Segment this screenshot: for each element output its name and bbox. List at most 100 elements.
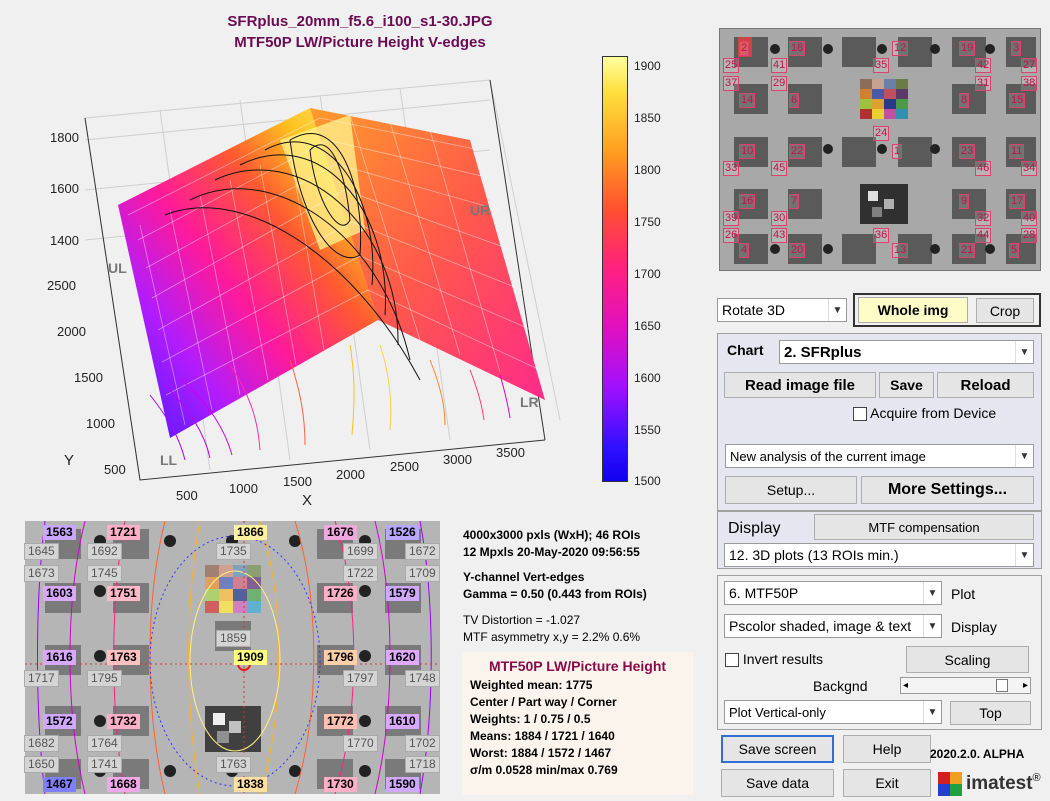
plot-title-line2: MTF50P LW/Picture Height V-edges — [234, 34, 486, 51]
summary-line5: TV Distortion = -1.027 — [463, 613, 581, 627]
chevron-down-icon: ▼ — [1015, 341, 1033, 363]
mtf-compensation-button[interactable]: MTF compensation — [814, 514, 1034, 540]
results-weighted-mean: Weighted mean: 1775 — [470, 678, 593, 692]
roi-number: 11 — [1009, 144, 1025, 159]
display-label: Display — [728, 520, 781, 537]
results-title: MTF50P LW/Picture Height — [488, 658, 667, 674]
roi-number: 26 — [723, 228, 740, 243]
brand-name: imatest — [966, 773, 1033, 794]
acquire-checkbox-row[interactable]: Acquire from Device — [853, 405, 997, 422]
reload-button[interactable]: Reload — [937, 372, 1034, 398]
summary-line3: Y-channel Vert-edges — [463, 570, 585, 584]
mtf-value-label: 1590 — [386, 777, 419, 792]
roi-number: 13 — [892, 243, 909, 258]
top-button[interactable]: Top — [950, 701, 1031, 725]
colorbar-tick: 1500 — [634, 474, 661, 488]
roi-number: 30 — [771, 211, 788, 226]
summary-line6: MTF asymmetry x,y = 2.2% 0.6% — [463, 630, 641, 644]
mtf-value-label: 1730 — [324, 777, 357, 792]
setup-button[interactable]: Setup... — [725, 476, 857, 504]
mtf-value-label-gray: 1673 — [24, 565, 59, 582]
mtf-value-label: 1866 — [234, 525, 267, 540]
mtf-value-label-gray: 1859 — [216, 630, 251, 647]
colorbar-tick: 1700 — [634, 267, 661, 281]
display-mode-select[interactable]: Pscolor shaded, image & text ▼ — [724, 614, 942, 638]
mtf-value-label: 1467 — [43, 777, 76, 792]
y-tick: 500 — [104, 462, 126, 477]
roi-number: 42 — [975, 58, 992, 73]
crop-button[interactable]: Crop — [976, 298, 1034, 323]
roi-number: 8 — [959, 93, 970, 108]
save-screen-button[interactable]: Save screen — [721, 735, 834, 763]
whole-img-button[interactable]: Whole img — [858, 297, 968, 323]
y-axis-label: Y — [64, 452, 75, 469]
mtf-value-label-gray: 1745 — [87, 565, 122, 582]
roi-number: 31 — [975, 76, 992, 91]
plot-select[interactable]: 6. MTF50P ▼ — [724, 581, 942, 605]
mtf-value-label: 1603 — [43, 586, 76, 601]
chevron-right-icon[interactable]: ▸ — [1023, 678, 1028, 693]
exit-button[interactable]: Exit — [843, 769, 931, 797]
chevron-left-icon[interactable]: ◂ — [903, 678, 908, 693]
registered-mark: ® — [1032, 772, 1041, 784]
summary-line1: 4000x3000 pxls (WxH); 46 ROIs — [463, 528, 641, 542]
colorbar-tick: 1800 — [634, 163, 661, 177]
mtf-value-label-gray: 1682 — [24, 735, 59, 752]
roi-number: 24 — [873, 126, 890, 141]
acquire-checkbox[interactable] — [853, 407, 867, 422]
display-mode-label: Display — [951, 619, 997, 635]
summary-line2: 12 Mpxls 20-May-2020 09:56:55 — [463, 545, 640, 559]
save-data-button[interactable]: Save data — [721, 769, 834, 797]
chart-select[interactable]: 2. SFRplus ▼ — [779, 340, 1034, 364]
mtf-value-label: 1610 — [386, 714, 419, 729]
corner-lr-label: LR — [520, 394, 539, 410]
plot-vertical-select[interactable]: Plot Vertical-only ▼ — [724, 700, 942, 724]
backgnd-slider[interactable]: ◂ ▸ — [900, 677, 1031, 694]
roi-number: 10 — [739, 144, 756, 159]
slider-thumb[interactable] — [996, 679, 1008, 692]
roi-number: 5 — [1009, 243, 1020, 258]
mtf-value-label-gray: 1797 — [343, 670, 378, 687]
plot-title-line1: SFRplus_20mm_f5.6_i100_s1-30.JPG — [227, 13, 493, 30]
x-tick: 1000 — [229, 481, 258, 496]
mtf-value-label-gray: 1741 — [87, 756, 122, 773]
plot-label: Plot — [951, 586, 976, 602]
read-image-file-button[interactable]: Read image file — [724, 372, 876, 398]
roi-number: 15 — [1009, 93, 1026, 108]
help-button[interactable]: Help — [843, 735, 931, 763]
acquire-label: Acquire from Device — [870, 405, 997, 421]
imatest-logo: imatest ® — [938, 770, 1046, 798]
invert-results-checkbox[interactable] — [725, 653, 739, 668]
analysis-select[interactable]: New analysis of the current image ▼ — [725, 444, 1034, 468]
mtf-value-label-gray: 1770 — [343, 735, 378, 752]
mtf-value-label-gray: 1717 — [24, 670, 59, 687]
chevron-down-icon: ▼ — [923, 615, 941, 637]
save-button[interactable]: Save — [879, 372, 934, 398]
mtf-value-label: 1668 — [107, 777, 140, 792]
scaling-button[interactable]: Scaling — [906, 646, 1029, 673]
roi-number: 18 — [789, 41, 806, 56]
display-select[interactable]: 12. 3D plots (13 ROIs min.) ▼ — [724, 543, 1034, 567]
x-tick: 2500 — [390, 459, 419, 474]
roi-number: 33 — [723, 161, 740, 176]
roi-number: 44 — [975, 228, 992, 243]
roi-number: 41 — [771, 58, 788, 73]
roi-number: 37 — [723, 76, 740, 91]
mtf-value-label-gray: 1748 — [405, 670, 440, 687]
rotate-3d-select[interactable]: Rotate 3D ▼ — [717, 298, 847, 322]
mtf-value-label-gray: 1709 — [405, 565, 440, 582]
mtf-value-label-gray: 1699 — [343, 543, 378, 560]
results-weights: Weights: 1 / 0.75 / 0.5 — [470, 712, 591, 726]
more-settings-button[interactable]: More Settings... — [861, 476, 1034, 504]
mtf-value-label: 1620 — [386, 650, 419, 665]
roi-number: 40 — [1021, 211, 1038, 226]
analysis-select-value: New analysis of the current image — [730, 448, 926, 464]
mtf-value-label-gray: 1692 — [87, 543, 122, 560]
display-mode-select-value: Pscolor shaded, image & text — [729, 618, 912, 634]
x-tick: 3500 — [496, 445, 525, 460]
invert-results-row[interactable]: Invert results — [725, 651, 824, 668]
mtf-image-map[interactable] — [25, 521, 440, 794]
roi-number: 9 — [959, 194, 970, 209]
invert-results-label: Invert results — [742, 651, 824, 667]
roi-number: 20 — [789, 243, 806, 258]
